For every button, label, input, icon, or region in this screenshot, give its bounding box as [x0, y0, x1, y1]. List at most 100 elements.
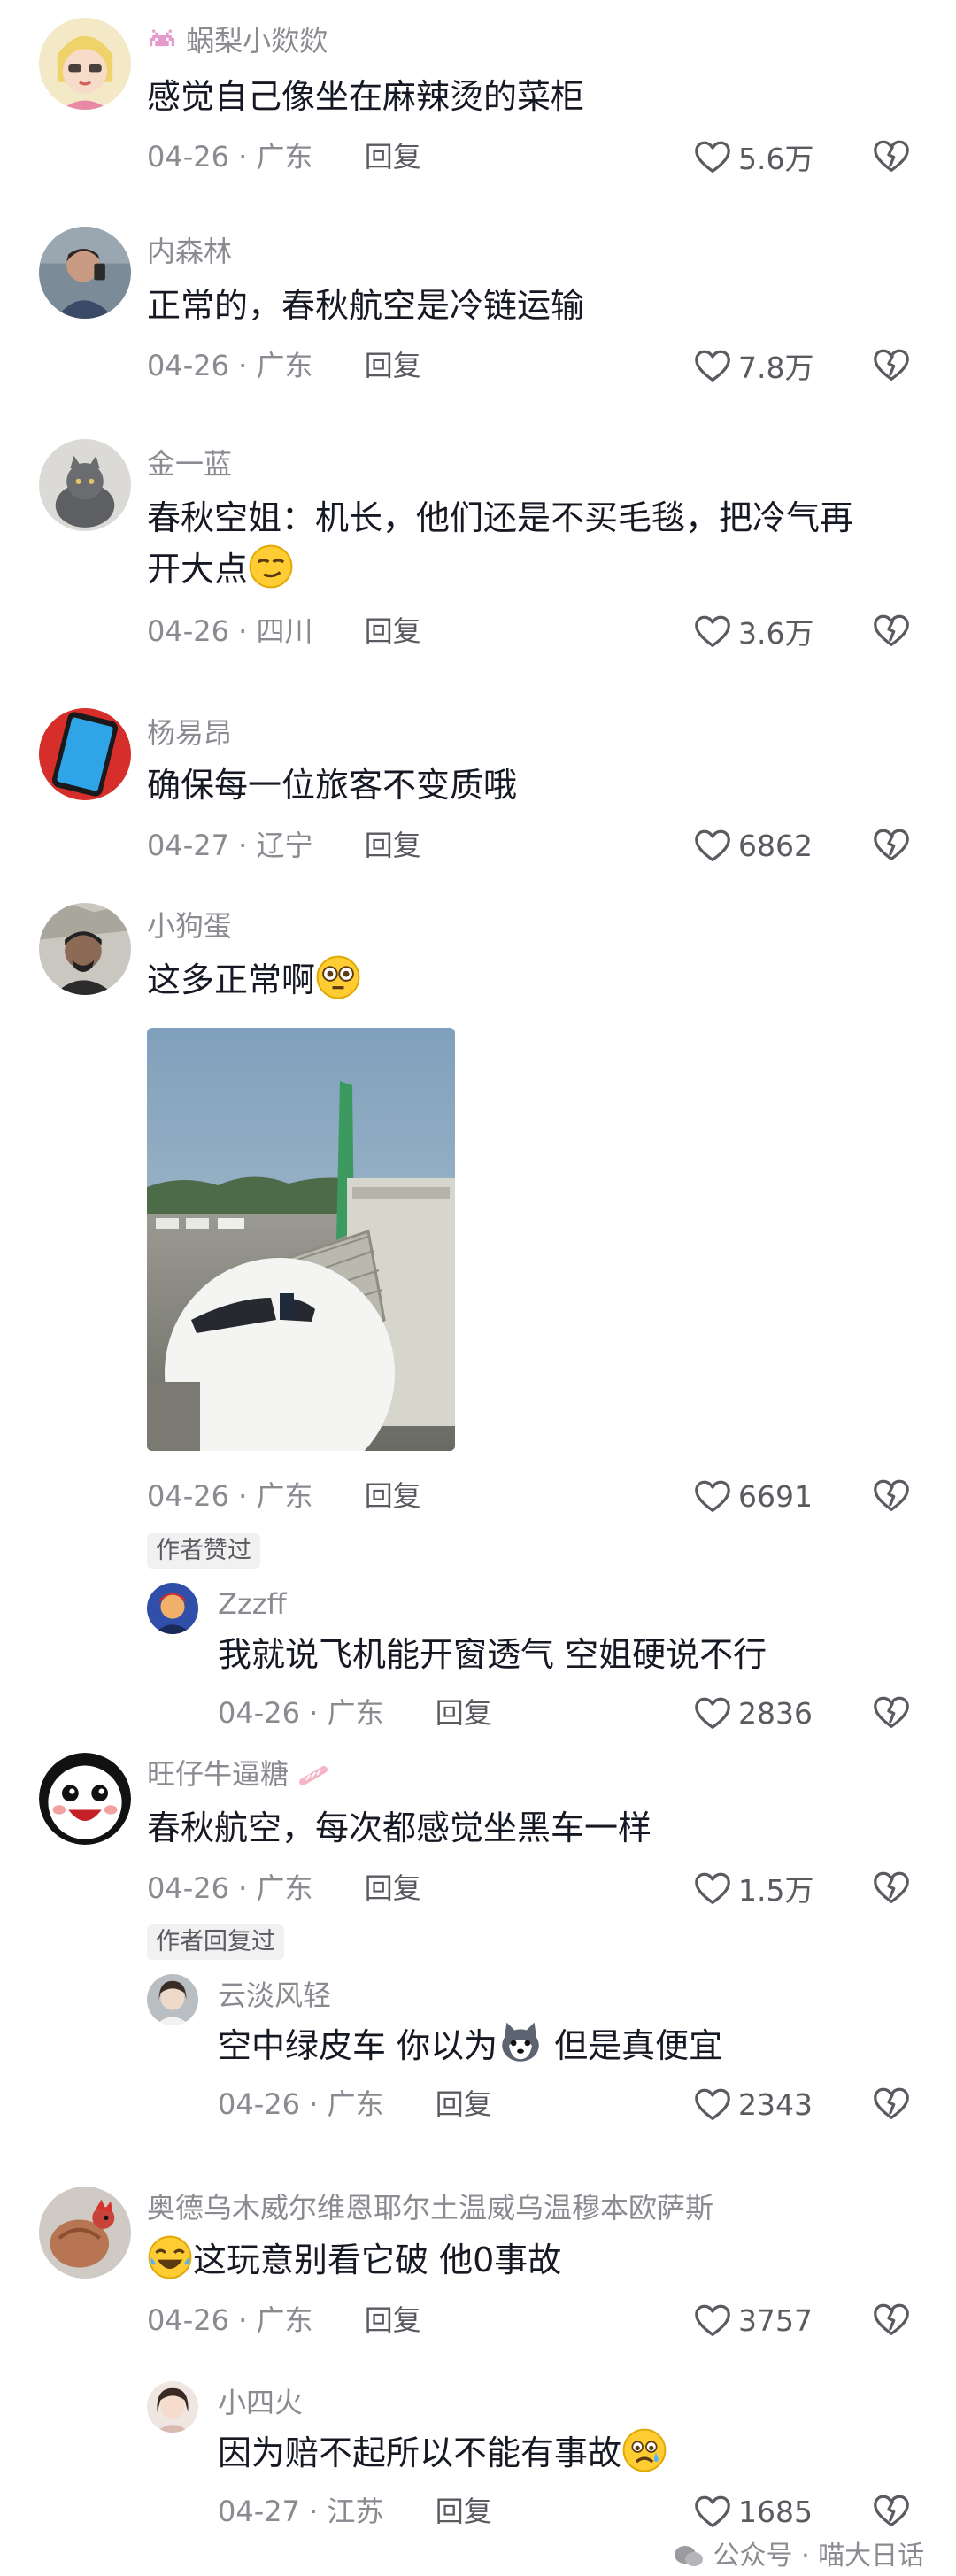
- comment-item: 金一蓝 春秋空姐：机长，他们还是不买毛毯，把冷气再 开大点 04-26 · 四川…: [0, 425, 956, 708]
- heart-outline-icon: [692, 1476, 733, 1516]
- broken-heart-icon[interactable]: [871, 824, 912, 865]
- comment-item: 蜗梨小欻欻 感觉自己像坐在麻辣烫的菜柜 04-26 · 广东 回复 5.6万: [0, 0, 956, 212]
- reply-button[interactable]: 回复: [365, 829, 421, 862]
- reply-avatar[interactable]: [147, 1583, 198, 1634]
- comment-location: 广东: [256, 349, 313, 382]
- like-count: 3757: [738, 2302, 813, 2338]
- comment-date: 04-27: [147, 829, 229, 862]
- laughing-tears-emoji-icon: [148, 2235, 192, 2279]
- reply-avatar[interactable]: [147, 1974, 198, 2025]
- avatar-image: [147, 1974, 198, 2025]
- reply-username[interactable]: 云淡风轻: [218, 1978, 331, 2013]
- comment-photo[interactable]: [147, 1028, 455, 1451]
- avatar[interactable]: [39, 227, 131, 319]
- username[interactable]: 金一蓝: [147, 446, 232, 482]
- like-button[interactable]: 6691: [692, 1475, 813, 1517]
- broken-heart-icon[interactable]: [871, 1475, 912, 1516]
- like-button[interactable]: 3757: [692, 2299, 813, 2341]
- like-button[interactable]: 3.6万: [692, 610, 813, 652]
- reply-text: 因为赔不起所以不能有事故: [218, 2427, 667, 2479]
- separator: ·: [238, 2303, 248, 2337]
- broken-heart-icon[interactable]: [871, 1692, 912, 1732]
- username[interactable]: 蜗梨小欻欻: [147, 23, 328, 58]
- separator: ·: [309, 2087, 319, 2121]
- comment-text: 春秋航空，每次都感觉坐黑车一样: [147, 1809, 652, 1847]
- heart-outline-icon: [692, 1693, 733, 1733]
- like-button[interactable]: 2343: [692, 2083, 813, 2125]
- comment-date: 04-26: [147, 614, 229, 648]
- reply-username[interactable]: 小四火: [218, 2385, 303, 2420]
- broken-heart-icon[interactable]: [871, 2490, 912, 2531]
- like-button[interactable]: 1.5万: [692, 1867, 813, 1909]
- username[interactable]: 旺仔牛逼糖: [147, 1756, 333, 1792]
- comment-text: 正常的，春秋航空是冷链运输: [147, 286, 585, 325]
- comment-date: 04-26: [147, 349, 229, 382]
- reply-button[interactable]: 回复: [365, 614, 421, 648]
- comment-item: 旺仔牛逼糖 春秋航空，每次都感觉坐黑车一样 04-26 · 广东 回复 1.5万…: [0, 1753, 956, 2178]
- comment-meta: 04-27 · 辽宁 回复: [147, 828, 421, 863]
- avatar[interactable]: [39, 708, 131, 800]
- avatar[interactable]: [39, 2187, 131, 2279]
- heart-outline-icon: [692, 2084, 733, 2125]
- heart-outline-icon: [692, 1868, 733, 1909]
- reply-button[interactable]: 回复: [365, 1479, 421, 1513]
- like-button[interactable]: 7.8万: [692, 344, 813, 387]
- reply-button[interactable]: 回复: [436, 2495, 492, 2528]
- broken-heart-icon[interactable]: [871, 344, 912, 385]
- reply-avatar[interactable]: [147, 2381, 198, 2433]
- reply-text-part: 但是真便宜: [554, 2026, 723, 2065]
- like-count: 2836: [738, 1695, 813, 1731]
- comment-meta: 04-26 · 广东 回复: [147, 1478, 421, 1514]
- reply-button[interactable]: 回复: [365, 349, 421, 382]
- username-text: 旺仔牛逼糖: [147, 1757, 289, 1791]
- comment-meta: 04-26 · 广东 回复: [147, 2302, 421, 2338]
- reply-button[interactable]: 回复: [365, 140, 421, 174]
- avatar[interactable]: [39, 439, 131, 531]
- reply-text: 空中绿皮车 你以为 但是真便宜: [218, 2020, 722, 2071]
- avatar[interactable]: [39, 1753, 131, 1845]
- broken-heart-icon[interactable]: [871, 2083, 912, 2124]
- comment-location: 广东: [256, 2303, 313, 2337]
- comment-location: 广东: [256, 140, 313, 174]
- reply-button[interactable]: 回复: [365, 1871, 421, 1905]
- reply-button[interactable]: 回复: [365, 2303, 421, 2337]
- watermark-text: 公众号 · 喵大日话: [713, 2541, 925, 2572]
- comment-text: 感觉自己像坐在麻辣烫的菜柜: [147, 77, 585, 116]
- like-count: 1.5万: [738, 1873, 814, 1908]
- broken-heart-icon[interactable]: [871, 1867, 912, 1908]
- avatar-image: [39, 1753, 131, 1845]
- avatar-image: [147, 2381, 198, 2433]
- avatar[interactable]: [39, 903, 131, 995]
- broken-heart-icon[interactable]: [871, 135, 912, 176]
- username[interactable]: 内森林: [147, 234, 232, 269]
- avatar-image: [39, 18, 131, 110]
- avatar-image: [39, 2187, 131, 2279]
- like-button[interactable]: 5.6万: [692, 135, 813, 178]
- reply-button[interactable]: 回复: [436, 1696, 492, 1730]
- reply-button[interactable]: 回复: [436, 2087, 492, 2121]
- reply-location: 广东: [327, 2087, 384, 2121]
- wechat-icon: [673, 2544, 705, 2569]
- username[interactable]: 奥德乌木威尔维恩耶尔土温威乌温穆本欧萨斯: [147, 2190, 713, 2225]
- like-button[interactable]: 6862: [692, 824, 813, 867]
- avatar[interactable]: [39, 18, 131, 110]
- comment-text: 春秋空姐：机长，他们还是不买毛毯，把冷气再 开大点: [147, 492, 926, 595]
- broken-heart-icon[interactable]: [871, 2299, 912, 2340]
- comment-date: 04-26: [147, 1479, 229, 1513]
- heart-outline-icon: [692, 611, 733, 652]
- space-invader-icon: [147, 27, 177, 53]
- username[interactable]: 小狗蛋: [147, 908, 232, 944]
- username[interactable]: 杨易昂: [147, 715, 232, 751]
- separator: ·: [238, 349, 248, 382]
- airplane-photo: [147, 1028, 455, 1451]
- like-count: 2343: [738, 2086, 813, 2122]
- like-button[interactable]: 1685: [692, 2490, 813, 2533]
- like-button[interactable]: 2836: [692, 1692, 813, 1734]
- comment-location: 广东: [256, 1871, 313, 1905]
- reply-username[interactable]: Zzzff: [218, 1586, 287, 1622]
- heart-outline-icon: [692, 136, 733, 177]
- reply-meta: 04-26 · 广东 回复: [218, 1695, 492, 1731]
- comment-item: 小狗蛋 这多正常啊 04-26 · 广东 回复 6691 作者赞过 Zzzff …: [0, 903, 956, 1753]
- author-liked-badge: 作者赞过: [147, 1533, 260, 1569]
- broken-heart-icon[interactable]: [871, 610, 912, 651]
